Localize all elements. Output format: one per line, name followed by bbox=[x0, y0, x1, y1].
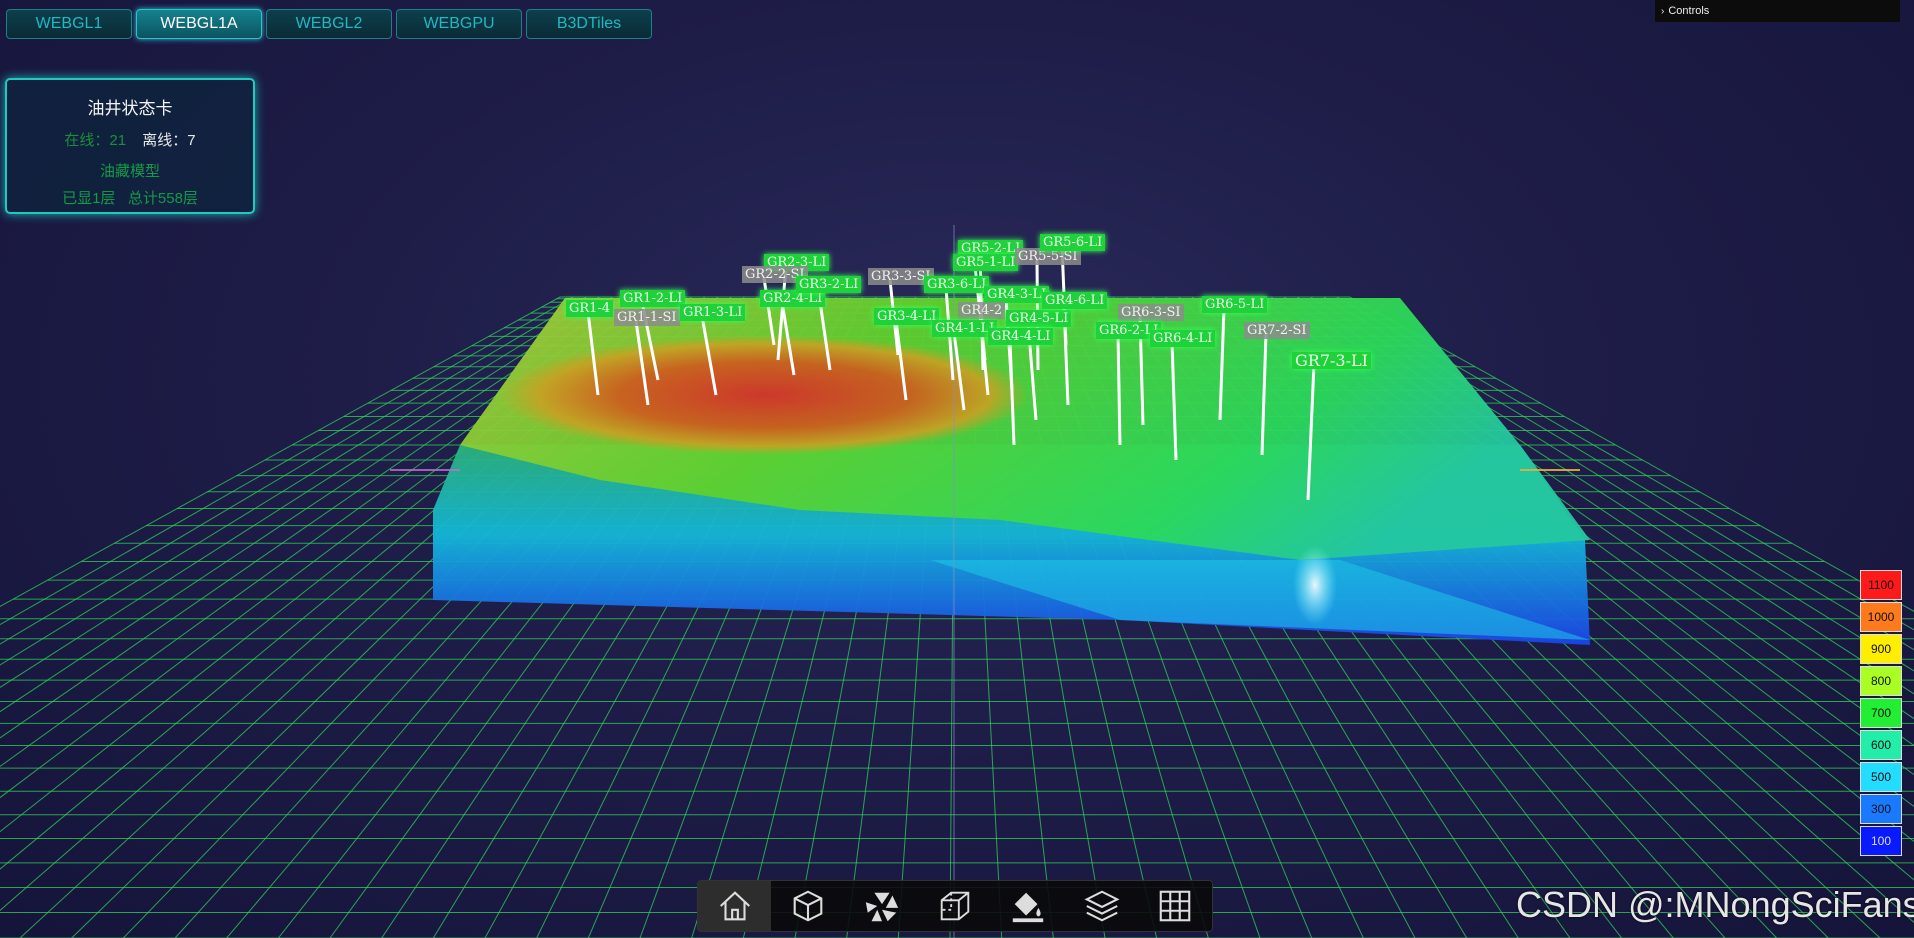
chevron-right-icon: › bbox=[1661, 5, 1665, 17]
layers-icon bbox=[1084, 890, 1120, 922]
home-button[interactable] bbox=[698, 881, 772, 931]
grid-icon bbox=[1159, 890, 1191, 922]
legend-swatch: 600 bbox=[1860, 730, 1902, 760]
box-outline-icon bbox=[940, 891, 970, 921]
cube-icon bbox=[793, 890, 823, 922]
legend-swatch: 1100 bbox=[1860, 570, 1902, 600]
tab-webgl1a[interactable]: WEBGL1A bbox=[136, 9, 262, 39]
offline-label: 离线： bbox=[142, 132, 188, 149]
status-counts: 在线：21 离线：7 bbox=[7, 129, 253, 150]
well-status-card: 油井状态卡 在线：21 离线：7 油藏模型 已显1层 总计558层 bbox=[5, 78, 255, 214]
legend-swatch: 300 bbox=[1860, 794, 1902, 824]
online-count: 21 bbox=[109, 132, 127, 149]
well-label[interactable]: GR4-3-LI bbox=[984, 286, 1050, 303]
well-label[interactable]: GR6-4-LI bbox=[1150, 330, 1216, 347]
watermark: CSDN @:MNongSciFans bbox=[1516, 884, 1914, 925]
well-label[interactable]: GR1-3-LI bbox=[680, 304, 746, 321]
well-label[interactable]: GR5-1-LI bbox=[953, 254, 1019, 271]
section-view-button[interactable] bbox=[845, 881, 918, 931]
fill-color-button[interactable] bbox=[992, 881, 1065, 931]
layers-button[interactable] bbox=[1065, 881, 1138, 931]
well-stick bbox=[1116, 333, 1122, 446]
tab-webgpu[interactable]: WEBGPU bbox=[396, 9, 522, 39]
online-label: 在线： bbox=[64, 132, 110, 149]
box-outline-button[interactable] bbox=[918, 881, 991, 931]
home-icon bbox=[719, 891, 750, 921]
tab-b3dtiles[interactable]: B3DTiles bbox=[526, 9, 652, 39]
layers-info: 已显1层 总计558层 bbox=[62, 190, 198, 207]
card-title: 油井状态卡 bbox=[87, 99, 173, 118]
well-label[interactable]: GR3-6-LI bbox=[924, 276, 990, 293]
offline-count: 7 bbox=[187, 132, 196, 149]
well-label[interactable]: GR4-6-LI bbox=[1042, 292, 1108, 309]
grid-line bbox=[0, 296, 574, 626]
model-label[interactable]: 油藏模型 bbox=[7, 160, 253, 181]
legend-swatch: 900 bbox=[1860, 634, 1902, 664]
grid-line bbox=[0, 296, 561, 608]
legend-swatch: 700 bbox=[1860, 698, 1902, 728]
reservoir-3d-viewport[interactable] bbox=[0, 0, 1914, 938]
renderer-tabs: WEBGL1 WEBGL1A WEBGL2 WEBGPU B3DTiles bbox=[6, 9, 652, 39]
well-label[interactable]: GR4-4-LI bbox=[988, 328, 1054, 345]
paint-bucket-icon bbox=[1013, 892, 1044, 923]
tab-webgl1[interactable]: WEBGL1 bbox=[6, 9, 132, 39]
well-label[interactable]: GR7-3-LI bbox=[1292, 352, 1371, 369]
cube-view-button[interactable] bbox=[771, 881, 844, 931]
well-label[interactable]: GR1-1-SI bbox=[614, 309, 680, 326]
well-label[interactable]: GR7-2-SI bbox=[1244, 322, 1310, 339]
shutter-icon bbox=[865, 892, 898, 922]
well-label[interactable]: GR4-2 bbox=[958, 302, 1006, 319]
tab-webgl2[interactable]: WEBGL2 bbox=[266, 9, 392, 39]
well-label[interactable]: GR6-5-LI bbox=[1202, 296, 1268, 313]
bottom-toolbar bbox=[697, 880, 1213, 932]
well-label[interactable]: GR6-3-SI bbox=[1118, 304, 1184, 321]
legend-swatch: 100 bbox=[1860, 826, 1902, 856]
color-legend: 1100 1000 900 800 700 600 500 300 100 bbox=[1860, 570, 1902, 858]
legend-swatch: 800 bbox=[1860, 666, 1902, 696]
grid-button[interactable] bbox=[1139, 881, 1212, 931]
well-label[interactable]: GR5-6-LI bbox=[1040, 234, 1106, 251]
controls-label: Controls bbox=[1668, 5, 1710, 17]
well-label[interactable]: GR3-4-LI bbox=[874, 308, 940, 325]
well-label[interactable]: GR1-2-LI bbox=[620, 290, 686, 307]
well-label[interactable]: GR3-2-LI bbox=[796, 276, 862, 293]
controls-panel-toggle[interactable]: › Controls bbox=[1655, 0, 1900, 22]
well-label[interactable]: GR1-4 bbox=[566, 300, 614, 317]
legend-swatch: 1000 bbox=[1860, 602, 1902, 632]
legend-swatch: 500 bbox=[1860, 762, 1902, 792]
well-label[interactable]: GR4-5-LI bbox=[1006, 310, 1072, 327]
